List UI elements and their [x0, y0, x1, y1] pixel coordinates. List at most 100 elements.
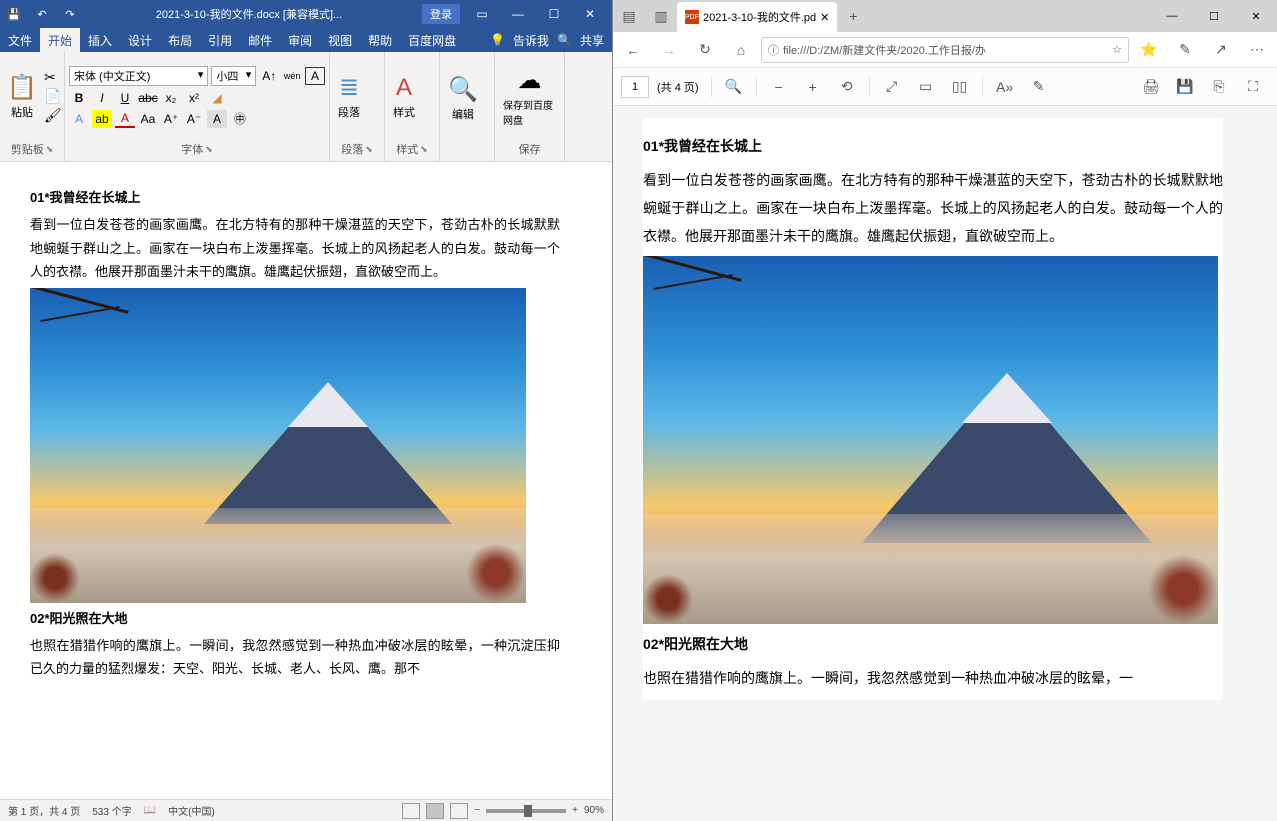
font-name-select[interactable]: 宋体 (中文正文)▾	[69, 66, 208, 86]
highlight-icon[interactable]: ab	[92, 110, 112, 128]
tell-me[interactable]: 告诉我	[513, 32, 549, 49]
font-size-select[interactable]: 小四▾	[211, 66, 256, 86]
rotate-icon[interactable]: ⟲	[831, 71, 863, 103]
read-view-icon[interactable]	[402, 803, 420, 819]
fit-page-icon[interactable]: ⤢	[876, 71, 908, 103]
url-input[interactable]: ⓘ file:///D:/ZM/新建文件夹/2020.工作日报/办 ☆	[761, 37, 1129, 63]
tab-mail[interactable]: 邮件	[240, 28, 280, 52]
minimize-icon[interactable]: —	[1151, 0, 1193, 32]
heading-1[interactable]: 01*我曾经在长城上	[30, 186, 560, 209]
tab-layout[interactable]: 布局	[160, 28, 200, 52]
tab-view[interactable]: 视图	[320, 28, 360, 52]
tab-close-icon[interactable]: ✕	[820, 11, 829, 24]
pdf-image[interactable]	[643, 256, 1218, 624]
phonetic-icon[interactable]: wén	[282, 67, 302, 85]
text-effects-icon[interactable]: A	[69, 110, 89, 128]
char-shading-icon[interactable]: A	[207, 110, 227, 128]
ribbon-options-icon[interactable]: ▭	[464, 0, 500, 28]
page-indicator[interactable]: 第 1 页，共 4 页	[8, 803, 80, 818]
maximize-icon[interactable]: ☐	[536, 0, 572, 28]
document-image[interactable]: ↖	[30, 288, 526, 603]
redo-icon[interactable]: ↷	[60, 8, 80, 21]
share-icon[interactable]: 🔍	[557, 33, 572, 47]
bold-button[interactable]: B	[69, 89, 89, 107]
cut-icon[interactable]: ✂	[44, 69, 62, 86]
paragraph-2[interactable]: 也照在猎猎作响的鹰旗上。一瞬间，我忽然感觉到一种热血冲破冰层的眩晕，一种沉淀压抑…	[30, 634, 560, 681]
language-indicator[interactable]: 中文(中国)	[168, 803, 215, 818]
font-color-icon[interactable]: A	[115, 110, 135, 128]
search-icon[interactable]: 🔍	[718, 71, 750, 103]
save-cloud-button[interactable]: ☁ 保存到百度网盘	[497, 64, 562, 129]
vertical-tabs-icon[interactable]: ▥	[645, 0, 677, 32]
paragraph-button[interactable]: ≣ 段落	[332, 71, 366, 122]
zoom-in-icon[interactable]: +	[797, 71, 829, 103]
lightbulb-icon[interactable]: 💡	[490, 33, 505, 47]
grow-font-icon[interactable]: A↑	[259, 67, 279, 85]
heading-2[interactable]: 02*阳光照在大地	[30, 607, 560, 630]
tab-home[interactable]: 开始	[40, 28, 80, 52]
new-tab-icon[interactable]: +	[837, 0, 869, 32]
paste-button[interactable]: 📋 粘贴	[2, 71, 42, 122]
share-icon[interactable]: ↗	[1205, 34, 1237, 66]
zoom-level[interactable]: 90%	[584, 805, 604, 816]
zoom-slider[interactable]	[486, 809, 566, 813]
zoom-in-icon[interactable]: +	[572, 805, 578, 816]
tab-baidu[interactable]: 百度网盘	[400, 28, 464, 52]
maximize-icon[interactable]: ☐	[1193, 0, 1235, 32]
info-icon[interactable]: ⓘ	[768, 42, 779, 58]
save-icon[interactable]: 💾	[4, 8, 24, 21]
pdf-heading-2[interactable]: 02*阳光照在大地	[643, 630, 1223, 658]
read-aloud-icon[interactable]: A»	[989, 71, 1021, 103]
pdf-heading-1[interactable]: 01*我曾经在长城上	[643, 132, 1223, 160]
paragraph-1[interactable]: 看到一位白发苍苍的画家画鹰。在北方特有的那种干燥湛蓝的天空下，苍劲古朴的长城默默…	[30, 213, 560, 283]
draw-icon[interactable]: ✎	[1023, 71, 1055, 103]
font-launcher-icon[interactable]: ⬊	[205, 144, 213, 155]
italic-button[interactable]: I	[92, 89, 112, 107]
two-page-icon[interactable]: ▯▯	[944, 71, 976, 103]
pdf-paragraph-2[interactable]: 也照在猎猎作响的鹰旗上。一瞬间，我忽然感觉到一种热血冲破冰层的眩晕，一	[643, 664, 1223, 692]
star-icon[interactable]: ☆	[1112, 43, 1122, 56]
zoom-out-icon[interactable]: −	[763, 71, 795, 103]
change-case-icon[interactable]: Aa	[138, 110, 158, 128]
login-button[interactable]: 登录	[422, 4, 460, 24]
pdf-viewport[interactable]: 01*我曾经在长城上 看到一位白发苍苍的画家画鹰。在北方特有的那种干燥湛蓝的天空…	[613, 106, 1277, 821]
clipboard-launcher-icon[interactable]: ⬊	[46, 144, 54, 155]
tab-actions-icon[interactable]: ▤	[613, 0, 645, 32]
tab-file[interactable]: 文件	[0, 28, 40, 52]
tab-insert[interactable]: 插入	[80, 28, 120, 52]
close-icon[interactable]: ✕	[572, 0, 608, 28]
close-icon[interactable]: ✕	[1235, 0, 1277, 32]
web-view-icon[interactable]	[450, 803, 468, 819]
subscript-button[interactable]: x₂	[161, 89, 181, 107]
format-painter-icon[interactable]: 🖌	[44, 107, 62, 124]
styles-button[interactable]: A 样式	[387, 72, 421, 122]
tab-references[interactable]: 引用	[200, 28, 240, 52]
print-view-icon[interactable]	[426, 803, 444, 819]
grow-font2-icon[interactable]: A⁺	[161, 110, 181, 128]
save-as-icon[interactable]: ⎘	[1203, 71, 1235, 103]
clear-format-icon[interactable]: ◢	[207, 89, 227, 107]
enclose-char-icon[interactable]: ㊥	[230, 110, 250, 128]
styles-launcher-icon[interactable]: ⬊	[420, 144, 428, 155]
reading-icon[interactable]: ✎	[1169, 34, 1201, 66]
undo-icon[interactable]: ↶	[32, 8, 52, 21]
menu-icon[interactable]: ⋯	[1241, 34, 1273, 66]
favorites-icon[interactable]: ⭐	[1133, 34, 1165, 66]
zoom-out-icon[interactable]: −	[474, 805, 480, 816]
copy-icon[interactable]: 📄	[44, 88, 62, 105]
shrink-font-icon[interactable]: A⁻	[184, 110, 204, 128]
tab-design[interactable]: 设计	[120, 28, 160, 52]
word-count[interactable]: 533 个字	[92, 803, 131, 818]
save-pdf-icon[interactable]: 💾	[1169, 71, 1201, 103]
char-border-icon[interactable]: A	[305, 67, 325, 85]
pdf-paragraph-1[interactable]: 看到一位白发苍苍的画家画鹰。在北方特有的那种干燥湛蓝的天空下，苍劲古朴的长城默默…	[643, 166, 1223, 250]
forward-icon[interactable]: →	[653, 34, 685, 66]
tab-help[interactable]: 帮助	[360, 28, 400, 52]
back-icon[interactable]: ←	[617, 34, 649, 66]
find-button[interactable]: 🔍 编辑	[442, 73, 484, 124]
refresh-icon[interactable]: ↻	[689, 34, 721, 66]
share-button[interactable]: 共享	[580, 32, 604, 49]
browser-tab[interactable]: PDF 2021-3-10-我的文件.pd ✕	[677, 2, 837, 32]
tab-review[interactable]: 审阅	[280, 28, 320, 52]
minimize-icon[interactable]: —	[500, 0, 536, 28]
